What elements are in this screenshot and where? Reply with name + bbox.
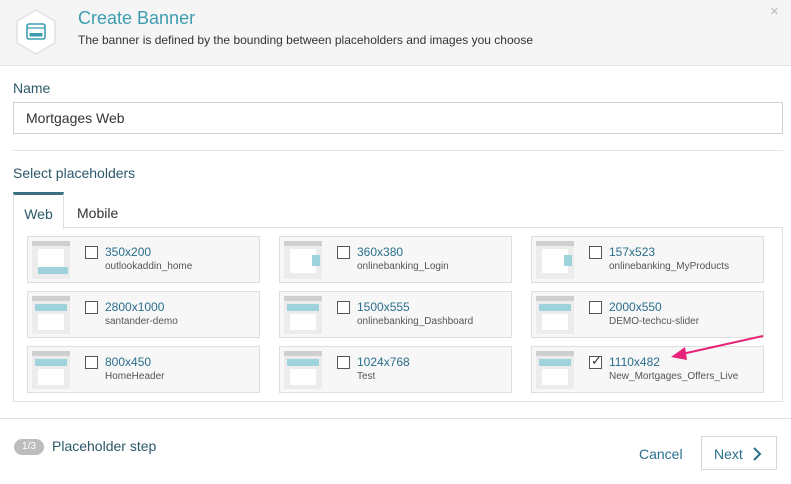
- placeholder-size[interactable]: 2000x550: [609, 300, 662, 314]
- placeholder-size[interactable]: 1110x482: [609, 355, 660, 369]
- tab-mobile[interactable]: Mobile: [77, 192, 118, 228]
- placeholder-size[interactable]: 1500x555: [357, 300, 410, 314]
- name-input[interactable]: [13, 102, 783, 134]
- step-badge: 1/3: [14, 439, 44, 455]
- placeholder-checkbox[interactable]: [589, 301, 602, 314]
- placeholder-size[interactable]: 360x380: [357, 245, 403, 259]
- placeholder-size[interactable]: 350x200: [105, 245, 151, 259]
- placeholder-checkbox[interactable]: [337, 356, 350, 369]
- banner-image-icon: [16, 9, 56, 55]
- checkmark-icon: ✓: [591, 353, 602, 368]
- placeholder-name: onlinebanking_Dashboard: [357, 316, 474, 327]
- step-label: Placeholder step: [52, 438, 157, 454]
- placeholder-name: DEMO-techcu-slider: [609, 316, 700, 327]
- placeholder-checkbox[interactable]: [589, 246, 602, 259]
- placeholder-name: onlinebanking_Login: [357, 261, 449, 272]
- next-button[interactable]: Next: [701, 436, 777, 470]
- placeholder-checkbox[interactable]: [337, 301, 350, 314]
- placeholders-label: Select placeholders: [13, 165, 136, 181]
- placeholder-name: Test: [357, 371, 376, 382]
- layout-thumbnail-icon: [284, 351, 322, 389]
- placeholder-name: santander-demo: [105, 316, 178, 327]
- placeholder-checkbox[interactable]: [337, 246, 350, 259]
- cancel-button[interactable]: Cancel: [639, 446, 683, 462]
- next-button-label: Next: [714, 446, 743, 462]
- annotation-arrow-icon: [671, 335, 764, 360]
- placeholder-name: HomeHeader: [105, 371, 165, 382]
- placeholder-card[interactable]: 360x380 onlinebanking_Login: [279, 236, 512, 283]
- placeholder-size[interactable]: 157x523: [609, 245, 655, 259]
- placeholder-checkbox[interactable]: [85, 301, 98, 314]
- placeholder-name: outlookaddin_home: [105, 261, 193, 272]
- layout-thumbnail-icon: [284, 296, 322, 334]
- placeholder-size[interactable]: 1024x768: [357, 355, 410, 369]
- name-label: Name: [13, 80, 51, 96]
- layout-thumbnail-icon: [536, 351, 574, 389]
- tab-web[interactable]: Web: [13, 192, 64, 229]
- placeholder-checkbox[interactable]: [85, 246, 98, 259]
- placeholder-card[interactable]: 350x200 outlookaddin_home: [27, 236, 260, 283]
- dialog-subtitle: The banner is defined by the bounding be…: [78, 33, 533, 47]
- placeholder-card[interactable]: 157x523 onlinebanking_MyProducts: [531, 236, 764, 283]
- placeholder-checkbox-checked[interactable]: ✓: [589, 353, 602, 369]
- placeholder-size[interactable]: 800x450: [105, 355, 151, 369]
- layout-thumbnail-icon: [32, 296, 70, 334]
- placeholder-name: onlinebanking_MyProducts: [609, 261, 730, 272]
- placeholder-checkbox[interactable]: [85, 356, 98, 369]
- placeholder-card[interactable]: 1500x555 onlinebanking_Dashboard: [279, 291, 512, 338]
- layout-thumbnail-icon: [32, 351, 70, 389]
- chevron-right-icon: [753, 447, 762, 461]
- placeholder-size[interactable]: 2800x1000: [105, 300, 164, 314]
- dialog-title: Create Banner: [78, 8, 196, 28]
- placeholder-tabs: Web Mobile: [13, 192, 783, 229]
- layout-thumbnail-icon: [536, 296, 574, 334]
- placeholder-name: New_Mortgages_Offers_Live: [609, 371, 739, 382]
- placeholder-card[interactable]: 1024x768 Test: [279, 346, 512, 393]
- close-icon[interactable]: ×: [770, 3, 779, 20]
- dialog-header: Create Banner The banner is defined by t…: [0, 0, 791, 66]
- layout-thumbnail-icon: [536, 241, 574, 279]
- placeholder-card[interactable]: 2800x1000 santander-demo: [27, 291, 260, 338]
- layout-thumbnail-icon: [32, 241, 70, 279]
- section-divider: [13, 150, 783, 151]
- layout-thumbnail-icon: [284, 241, 322, 279]
- placeholder-card[interactable]: 2000x550 DEMO-techcu-slider: [531, 291, 764, 338]
- placeholder-card[interactable]: 800x450 HomeHeader: [27, 346, 260, 393]
